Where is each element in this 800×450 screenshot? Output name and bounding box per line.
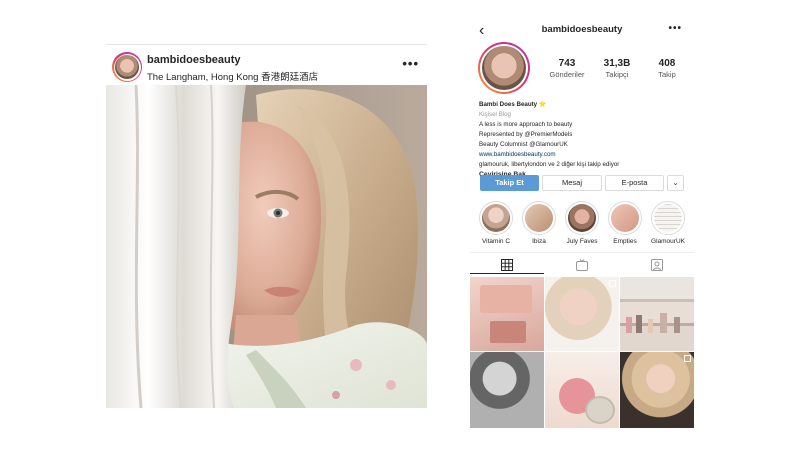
chevron-down-icon[interactable]: ⌄ [667,175,684,191]
bio-line: A less is more approach to beauty [479,121,573,128]
tab-grid[interactable] [470,256,544,274]
stat-label: Gönderiler [549,70,585,79]
tab-igtv[interactable] [545,256,619,274]
stat-label: Takip [658,70,676,79]
post-card: bambidoesbeauty The Langham, Hong Kong 香… [106,44,427,408]
post-header: bambidoesbeauty The Langham, Hong Kong 香… [106,48,427,86]
follow-button[interactable]: Takip Et [480,175,539,191]
highlight-glamouruk[interactable]: GlamourUK [647,201,689,245]
highlight-label: Empties [613,238,637,245]
highlight-empties[interactable]: Empties [604,201,646,245]
followed-by-text[interactable]: glamouruk, libertylondon ve 2 diğer kişi… [479,160,689,170]
post-username[interactable]: bambidoesbeauty [147,54,241,66]
grid-post[interactable] [545,352,619,428]
message-button[interactable]: Mesaj [542,175,602,191]
grid-post[interactable] [620,352,694,428]
profile-name: Bambi Does Beauty ⭐ [479,101,547,108]
highlight-label: Ibiza [532,238,546,245]
highlight-july-faves[interactable]: July Faves [561,201,603,245]
stat-followers[interactable]: 31,3B Takipçi [592,58,642,79]
bio-line: Represented by @PremierModels [479,131,573,138]
profile-username-title: bambidoesbeauty [541,24,623,35]
highlight-label: GlamourUK [651,238,685,245]
more-options-icon[interactable]: ••• [402,56,419,71]
highlight-label: Vitamin C [481,238,511,245]
stat-value: 31,3B [603,58,631,69]
email-button[interactable]: E-posta [605,175,664,191]
highlight-ibiza[interactable]: Ibiza [518,201,560,245]
grid-post[interactable] [470,277,544,351]
divider [106,44,427,45]
grid-post[interactable] [545,277,619,351]
stat-value: 408 [658,58,676,69]
grid-post[interactable] [620,277,694,351]
grid-icon [501,258,513,271]
grid-post[interactable] [470,352,544,428]
stat-posts[interactable]: 743 Gönderiler [542,58,592,79]
post-photo[interactable] [106,85,427,408]
more-options-icon[interactable]: ••• [668,23,682,34]
highlight-label: July Faves [566,238,598,245]
profile-avatar[interactable] [478,42,530,94]
tab-tagged[interactable] [620,256,694,274]
bio-line: Beauty Columnist @GlamourUK [479,141,568,148]
stat-label: Takipçi [605,70,629,79]
website-link[interactable]: www.bambidoesbeauty.com [479,150,689,160]
tagged-icon [651,259,663,271]
profile-category: Kişisel Blog [479,111,511,118]
igtv-icon [576,259,588,271]
profile-screen: ‹ bambidoesbeauty ••• 743 Gönderiler 31,… [470,18,694,428]
stat-following[interactable]: 408 Takip [642,58,692,79]
avatar[interactable] [112,52,142,82]
photo-grid [470,277,694,428]
portrait-image [106,85,427,408]
highlight-vitamin-c[interactable]: Vitamin C [475,201,517,245]
stat-value: 743 [558,58,576,69]
post-location[interactable]: The Langham, Hong Kong 香港朗廷酒店 [147,69,318,83]
profile-bio: Bambi Does Beauty ⭐ Kişisel Blog A less … [479,100,689,180]
divider [470,252,694,253]
